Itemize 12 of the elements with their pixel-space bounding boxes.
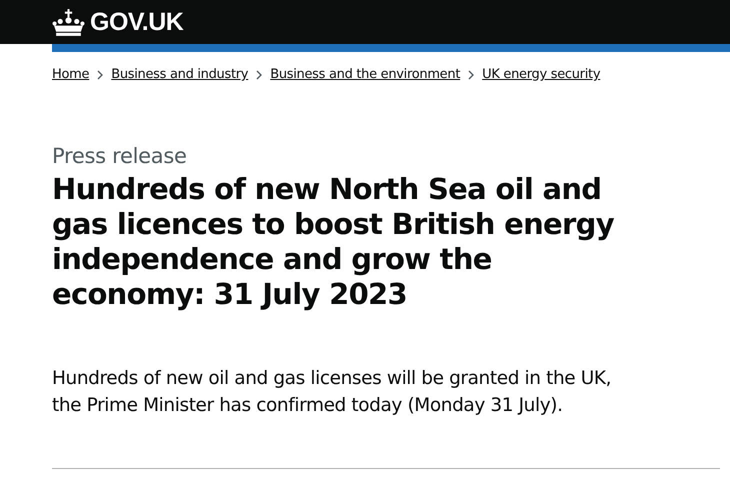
lede-paragraph: Hundreds of new oil and gas licenses will be granted in the UK, the Prime Minister has confirmed today (Monday 31 July). <box>52 367 612 418</box>
page-caption: Press release <box>52 144 188 168</box>
chevron-icon <box>256 70 262 80</box>
breadcrumb-link[interactable]: UK energy security <box>482 67 600 82</box>
breadcrumb-link[interactable]: Business and industry <box>111 67 248 82</box>
chevron-icon <box>97 70 104 80</box>
page-title: Hundreds of new North Sea oil and gas licences to boost British energy independence and grow the economy: 31 July 2023 <box>52 172 615 312</box>
home-logo-link[interactable]: GOV.UK <box>52 8 184 36</box>
breadcrumb-link[interactable]: Home <box>52 67 90 82</box>
breadcrumb-link[interactable]: Business and the environment <box>270 67 460 82</box>
crown-icon <box>52 8 85 36</box>
chevron-icon <box>468 70 474 80</box>
